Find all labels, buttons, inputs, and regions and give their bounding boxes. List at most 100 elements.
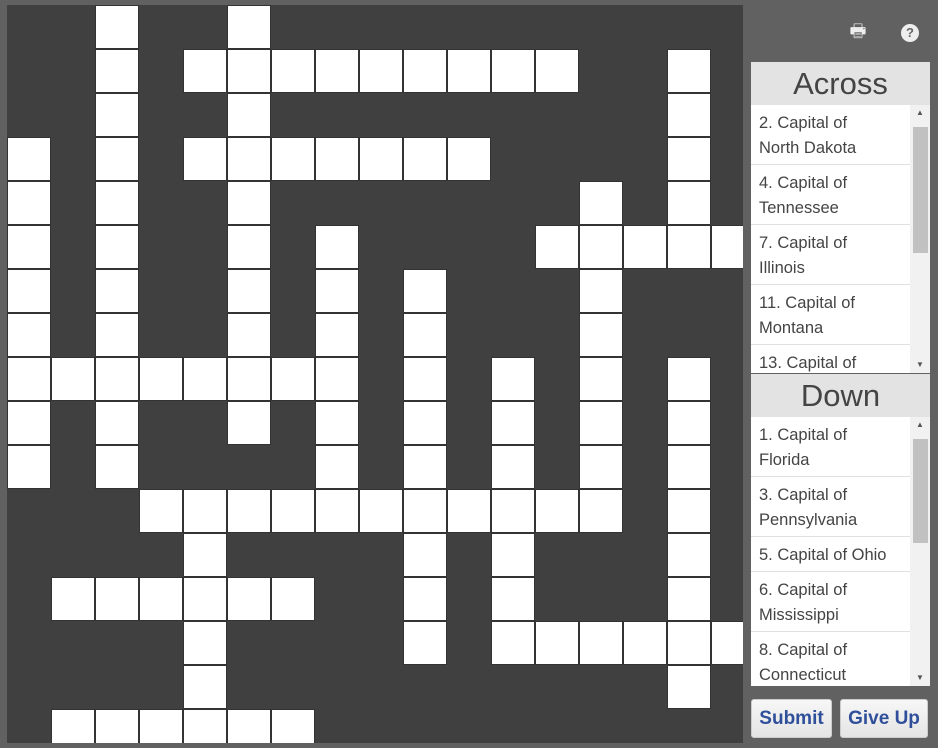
grid-cell[interactable] — [491, 489, 535, 533]
grid-cell[interactable] — [227, 709, 271, 743]
grid-cell[interactable] — [7, 357, 51, 401]
grid-cell[interactable] — [315, 445, 359, 489]
grid-cell[interactable] — [95, 181, 139, 225]
grid-cell[interactable] — [403, 357, 447, 401]
grid-cell[interactable] — [227, 313, 271, 357]
submit-button[interactable]: Submit — [751, 699, 832, 738]
grid-cell[interactable] — [535, 49, 579, 93]
grid-cell[interactable] — [7, 137, 51, 181]
grid-cell[interactable] — [623, 225, 667, 269]
grid-cell[interactable] — [7, 445, 51, 489]
grid-cell[interactable] — [51, 357, 95, 401]
grid-cell[interactable] — [139, 577, 183, 621]
grid-cell[interactable] — [403, 49, 447, 93]
grid-cell[interactable] — [403, 401, 447, 445]
grid-cell[interactable] — [403, 137, 447, 181]
grid-cell[interactable] — [51, 577, 95, 621]
grid-cell[interactable] — [183, 489, 227, 533]
grid-cell[interactable] — [447, 489, 491, 533]
grid-cell[interactable] — [95, 269, 139, 313]
grid-cell[interactable] — [95, 357, 139, 401]
grid-cell[interactable] — [359, 49, 403, 93]
clue-item[interactable]: 11. Capital of Montana — [751, 285, 910, 345]
grid-cell[interactable] — [315, 401, 359, 445]
grid-cell[interactable] — [227, 489, 271, 533]
grid-cell[interactable] — [667, 93, 711, 137]
clue-item[interactable]: 6. Capital of Mississippi — [751, 572, 910, 632]
grid-cell[interactable] — [227, 49, 271, 93]
grid-cell[interactable] — [491, 401, 535, 445]
grid-cell[interactable] — [183, 665, 227, 709]
grid-cell[interactable] — [403, 269, 447, 313]
grid-cell[interactable] — [711, 621, 743, 665]
grid-cell[interactable] — [579, 313, 623, 357]
scroll-down-icon[interactable]: ▼ — [910, 670, 930, 686]
grid-cell[interactable] — [667, 225, 711, 269]
clue-item[interactable]: 8. Capital of Connecticut — [751, 632, 910, 686]
scroll-down-icon[interactable]: ▼ — [910, 357, 930, 373]
grid-cell[interactable] — [51, 709, 95, 743]
grid-cell[interactable] — [491, 533, 535, 577]
scroll-up-icon[interactable]: ▲ — [910, 417, 930, 433]
grid-cell[interactable] — [667, 181, 711, 225]
grid-cell[interactable] — [315, 225, 359, 269]
grid-cell[interactable] — [271, 709, 315, 743]
grid-cell[interactable] — [667, 577, 711, 621]
clue-item[interactable]: 7. Capital of Illinois — [751, 225, 910, 285]
grid-cell[interactable] — [579, 401, 623, 445]
grid-cell[interactable] — [535, 225, 579, 269]
grid-cell[interactable] — [271, 357, 315, 401]
grid-cell[interactable] — [95, 445, 139, 489]
grid-cell[interactable] — [183, 533, 227, 577]
grid-cell[interactable] — [95, 577, 139, 621]
printer-icon[interactable]: 🖶 — [847, 20, 869, 42]
grid-cell[interactable] — [315, 49, 359, 93]
grid-cell[interactable] — [667, 49, 711, 93]
grid-cell[interactable] — [667, 489, 711, 533]
grid-cell[interactable] — [667, 665, 711, 709]
grid-cell[interactable] — [95, 93, 139, 137]
grid-cell[interactable] — [315, 269, 359, 313]
grid-cell[interactable] — [183, 137, 227, 181]
grid-cell[interactable] — [315, 313, 359, 357]
grid-cell[interactable] — [95, 5, 139, 49]
scroll-up-icon[interactable]: ▲ — [910, 105, 930, 121]
grid-cell[interactable] — [403, 577, 447, 621]
grid-cell[interactable] — [447, 137, 491, 181]
clue-item[interactable]: 1. Capital of Florida — [751, 417, 910, 477]
grid-cell[interactable] — [667, 137, 711, 181]
grid-cell[interactable] — [183, 577, 227, 621]
grid-cell[interactable] — [491, 621, 535, 665]
grid-cell[interactable] — [95, 225, 139, 269]
grid-cell[interactable] — [579, 181, 623, 225]
grid-cell[interactable] — [95, 49, 139, 93]
clue-item[interactable]: 5. Capital of Ohio — [751, 537, 910, 572]
grid-cell[interactable] — [315, 489, 359, 533]
grid-cell[interactable] — [535, 489, 579, 533]
grid-cell[interactable] — [579, 225, 623, 269]
grid-cell[interactable] — [271, 137, 315, 181]
grid-cell[interactable] — [139, 489, 183, 533]
grid-cell[interactable] — [667, 445, 711, 489]
grid-cell[interactable] — [95, 709, 139, 743]
clue-item[interactable]: 13. Capital of — [751, 345, 910, 373]
grid-cell[interactable] — [95, 401, 139, 445]
clue-item[interactable]: 2. Capital of North Dakota — [751, 105, 910, 165]
grid-cell[interactable] — [7, 225, 51, 269]
grid-cell[interactable] — [95, 137, 139, 181]
grid-cell[interactable] — [491, 49, 535, 93]
grid-cell[interactable] — [227, 401, 271, 445]
grid-cell[interactable] — [7, 269, 51, 313]
grid-cell[interactable] — [183, 709, 227, 743]
grid-cell[interactable] — [579, 357, 623, 401]
grid-cell[interactable] — [7, 313, 51, 357]
grid-cell[interactable] — [227, 181, 271, 225]
grid-cell[interactable] — [183, 357, 227, 401]
clue-item[interactable]: 4. Capital of Tennessee — [751, 165, 910, 225]
grid-cell[interactable] — [95, 313, 139, 357]
grid-cell[interactable] — [183, 49, 227, 93]
clue-item[interactable]: 3. Capital of Pennsylvania — [751, 477, 910, 537]
grid-cell[interactable] — [579, 445, 623, 489]
grid-cell[interactable] — [623, 621, 667, 665]
grid-cell[interactable] — [227, 137, 271, 181]
